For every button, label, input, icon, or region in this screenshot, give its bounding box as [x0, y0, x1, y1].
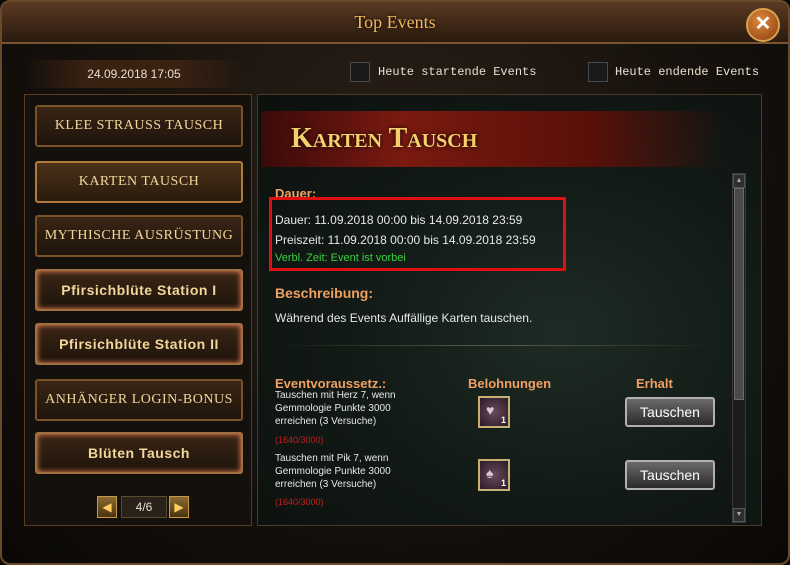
card-spade-icon[interactable]: ♠ 1 — [478, 459, 510, 491]
requirement-text-2: Tauschen mit Pik 7, wenn Gemmologie Punk… — [275, 453, 391, 490]
prev-arrow-icon[interactable]: ◀ — [97, 496, 117, 518]
scroll-up-icon[interactable]: ▲ — [733, 174, 745, 188]
event-title: Karten Tausch — [291, 123, 478, 154]
sidebar-item-mythische-ausruestung[interactable]: Mythische Ausrüstung — [35, 215, 243, 257]
highlight-box — [269, 197, 566, 271]
column-rewards: Belohnungen — [468, 376, 552, 391]
event-detail-panel: Karten Tausch Dauer: Dauer: 11.09.2018 0… — [257, 94, 762, 526]
close-icon[interactable]: ✕ — [746, 8, 780, 42]
window-title: Top Events — [354, 12, 436, 32]
divider — [273, 345, 718, 346]
title-bar: Top Events ✕ — [2, 2, 788, 44]
requirement-progress-2: (1640/3000) — [275, 497, 324, 507]
sidebar-item-blueten-tausch[interactable]: Blüten Tausch — [35, 432, 243, 474]
exchange-button-1[interactable]: Tauschen — [625, 397, 715, 427]
card-heart-icon[interactable]: ♥ 1 — [478, 396, 510, 428]
current-date: 24.09.2018 17:05 — [24, 60, 244, 88]
scroll-down-icon[interactable]: ▼ — [733, 508, 745, 522]
pagination: ◀ 4/6 ▶ — [97, 496, 189, 518]
scroll-thumb[interactable] — [734, 188, 744, 400]
exchange-button-2[interactable]: Tauschen — [625, 460, 715, 490]
sidebar-item-pfirsichbluete-station-2[interactable]: Pfirsichblüte Station II — [35, 323, 243, 365]
description-heading: Beschreibung: — [275, 285, 374, 301]
reward-quantity-2: 1 — [500, 478, 506, 488]
starting-events-checkbox[interactable] — [350, 62, 370, 82]
sidebar-item-karten-tausch[interactable]: Karten Tausch — [35, 161, 243, 203]
requirement-progress-1: (1640/3000) — [275, 435, 324, 445]
scrollbar[interactable]: ▲ ▼ — [732, 173, 746, 523]
page-indicator: 4/6 — [121, 496, 167, 518]
starting-events-label: Heute startende Events — [378, 65, 537, 79]
event-banner: Karten Tausch — [261, 111, 726, 167]
ending-events-label: Heute endende Events — [615, 65, 760, 79]
column-received: Erhalt — [636, 376, 673, 391]
spade-glyph-icon: ♠ — [486, 465, 494, 481]
reward-quantity-1: 1 — [500, 415, 506, 425]
next-arrow-icon[interactable]: ▶ — [169, 496, 189, 518]
heart-glyph-icon: ♥ — [486, 402, 495, 418]
ending-events-checkbox[interactable] — [588, 62, 608, 82]
top-events-window: Top Events ✕ 24.09.2018 17:05 Heute star… — [0, 0, 790, 565]
description-text: Während des Events Auffällige Karten tau… — [275, 311, 533, 325]
event-list-panel: Klee Strauss Tausch Karten Tausch Mythis… — [24, 94, 252, 526]
sidebar-item-pfirsichbluete-station-1[interactable]: Pfirsichblüte Station I — [35, 269, 243, 311]
sidebar-item-anhaenger-login-bonus[interactable]: Anhänger Login-Bonus — [35, 379, 243, 421]
sidebar-item-klee-strauss-tausch[interactable]: Klee Strauss Tausch — [35, 105, 243, 147]
requirement-text-1: Tauschen mit Herz 7, wenn Gemmologie Pun… — [275, 390, 396, 427]
